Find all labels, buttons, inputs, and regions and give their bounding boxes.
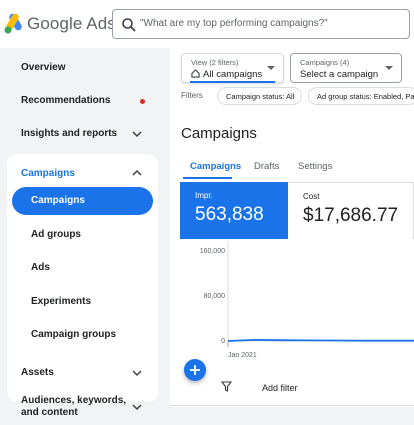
sidebar-subitem-ad-groups[interactable]: Ad groups <box>12 221 153 249</box>
table-filter-bar: Add filter <box>170 366 414 406</box>
sidebar-subitem-label: Campaign groups <box>31 329 117 340</box>
google-ads-logo-icon[interactable] <box>4 12 24 34</box>
filters-row: Filters Campaign status: All Ad group st… <box>170 85 414 107</box>
search-icon <box>122 18 136 32</box>
home-icon <box>191 69 200 78</box>
caret-down-icon <box>267 66 275 70</box>
campaign-selector-dropdown[interactable]: Campaigns (4) Select a campaign <box>290 53 402 83</box>
table-header-strip <box>170 407 414 425</box>
top-bar: Google Ads "What are my top performing c… <box>0 0 414 48</box>
filter-chip-ad-group-status[interactable]: Ad group status: Enabled, Pa <box>308 87 414 105</box>
chart-plot <box>227 241 414 347</box>
sidebar-item-label: Insights and reports <box>21 128 118 139</box>
active-tab-indicator <box>183 177 232 179</box>
filter-chip-label: Ad group status: Enabled, Pa <box>317 92 414 101</box>
sidebar-subitem-campaign-groups[interactable]: Campaign groups <box>12 321 153 349</box>
campaign-selector-value: Select a campaign <box>300 69 379 80</box>
metric-value: 563,838 <box>195 204 264 225</box>
view-selector-caption: View (2 filters) <box>191 58 239 67</box>
metric-label: Impr. <box>195 191 213 200</box>
view-selector-value: All campaigns <box>203 69 263 80</box>
sidebar-item-audiences[interactable]: Audiences, keywords, and content <box>21 395 131 419</box>
caret-down-icon <box>385 66 393 70</box>
page-title: Campaigns <box>181 125 257 142</box>
sidebar-subitem-ads[interactable]: Ads <box>12 254 153 282</box>
sidebar-item-insights[interactable]: Insights and reports <box>0 119 170 149</box>
chevron-up-icon[interactable] <box>131 167 143 179</box>
main-content: View (2 filters) All campaigns Campaigns… <box>170 48 414 425</box>
filter-chip-campaign-status[interactable]: Campaign status: All <box>217 87 302 105</box>
metric-value: $17,686.77 <box>303 205 399 226</box>
chevron-down-icon <box>132 404 142 411</box>
search-bar[interactable]: "What are my top performing campaigns?" <box>112 9 410 39</box>
metric-label: Cost <box>303 192 320 201</box>
view-selector-dropdown[interactable]: View (2 filters) All campaigns <box>181 53 284 83</box>
sidebar-subitem-label: Ad groups <box>31 229 81 240</box>
notification-dot <box>140 99 145 104</box>
x-tick-label: Jan 2021 <box>228 352 257 359</box>
tab-campaigns[interactable]: Campaigns <box>190 161 241 172</box>
sidebar-item-label: Recommendations <box>21 95 111 106</box>
sidebar-item-recommendations[interactable]: Recommendations <box>0 86 170 116</box>
sidebar-subitem-experiments[interactable]: Experiments <box>12 288 153 316</box>
sidebar-item-overview[interactable]: Overview <box>0 53 170 83</box>
filter-chip-label: Campaign status: All <box>226 92 295 101</box>
sidebar: Overview Recommendations Insights and re… <box>0 48 170 425</box>
filter-icon[interactable] <box>221 381 232 392</box>
add-filter-button[interactable]: Add filter <box>262 383 298 393</box>
sidebar-item-label: Assets <box>21 367 54 378</box>
sidebar-subitem-label: Ads <box>31 262 50 273</box>
campaigns-group-header[interactable]: Campaigns <box>21 168 75 179</box>
tabs: Campaigns Drafts Settings <box>170 153 414 179</box>
search-placeholder: "What are my top performing campaigns?" <box>140 18 328 29</box>
tab-drafts[interactable]: Drafts <box>254 161 279 172</box>
performance-chart: 160,000 80,000 0 Jan 2021 <box>170 241 414 366</box>
filters-label: Filters <box>181 91 203 100</box>
chevron-down-icon <box>132 370 142 377</box>
brand-name: Google Ads <box>27 14 116 33</box>
chevron-down-icon <box>132 131 142 138</box>
tab-settings[interactable]: Settings <box>298 161 332 172</box>
sidebar-subitem-label: Campaigns <box>31 195 85 206</box>
sidebar-subitem-label: Experiments <box>31 296 92 307</box>
sidebar-item-label: Overview <box>21 62 66 73</box>
metric-card-cost[interactable]: Cost $17,686.77 <box>288 182 414 239</box>
sidebar-subitem-campaigns[interactable]: Campaigns <box>12 187 153 215</box>
campaign-selector-caption: Campaigns (4) <box>300 58 350 67</box>
sidebar-item-assets[interactable]: Assets <box>0 358 170 388</box>
metric-card-impressions[interactable]: Impr. 563,838 <box>180 182 288 239</box>
